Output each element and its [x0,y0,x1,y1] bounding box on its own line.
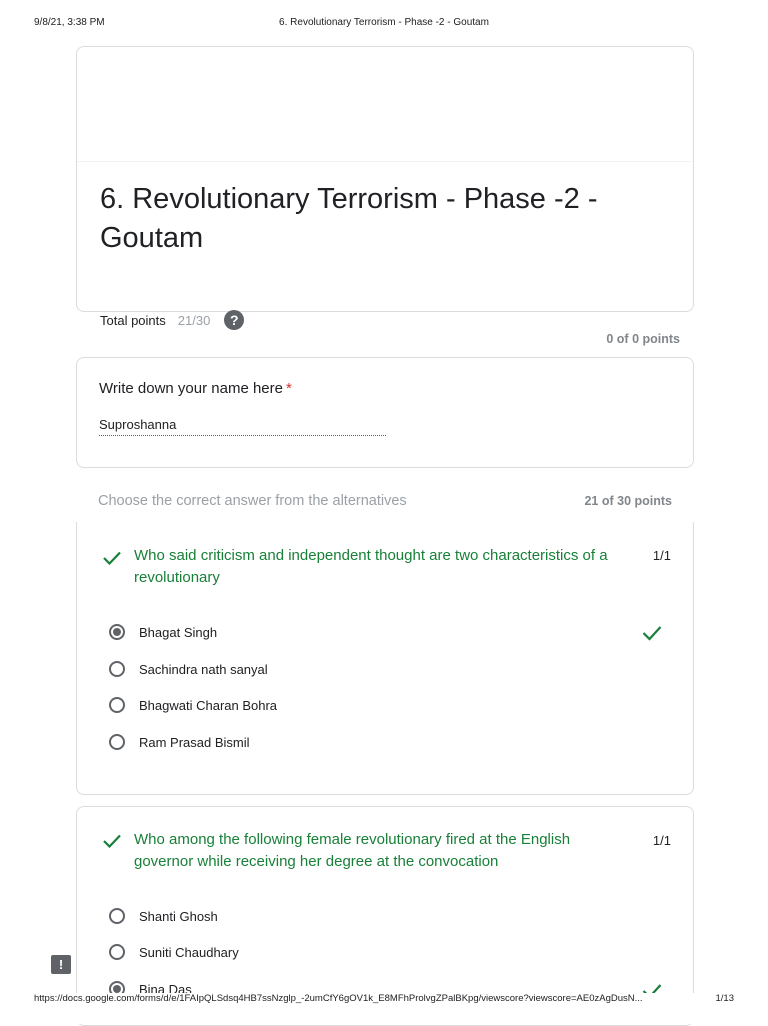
radio-unselected[interactable] [109,697,125,713]
form-title: 6. Revolutionary Terrorism - Phase -2 - … [100,183,598,254]
answer-option[interactable]: Bhagat Singh [107,622,217,642]
answer-option[interactable]: Shanti Ghosh [107,906,218,926]
answer-option[interactable]: Sachindra nath sanyal [107,659,268,679]
quiz-section-points: 21 of 30 points [584,494,672,508]
answer-option[interactable]: Bhagwati Charan Bohra [107,695,277,715]
option-label: Shanti Ghosh [139,908,218,924]
total-points-value: 21/30 [177,312,211,328]
option-label: Bhagat Singh [139,624,218,640]
section-description: Choose the correct answer from the alter… [98,493,407,509]
name-question-title: Write down your name here * [99,380,292,397]
print-header: 9/8/21, 3:38 PM 6. Revolutionary Terrori… [34,17,734,31]
answer-option[interactable]: Suniti Chaudhary [107,942,239,962]
print-url: https://docs.google.com/forms/d/e/1FAIpQ… [34,993,643,1004]
radio-unselected[interactable] [109,908,125,924]
question-score: 1/1 [652,548,671,563]
feedback-icon[interactable]: ! [51,955,71,974]
radio-unselected[interactable] [109,734,125,750]
correct-checkmark-icon [103,834,121,848]
help-icon[interactable]: ? [224,310,245,330]
print-footer: https://docs.google.com/forms/d/e/1FAIpQ… [34,993,734,1007]
question-score: 1/1 [652,833,671,848]
question-text: Who among the following female revolutio… [134,831,571,870]
required-asterisk: * [285,380,292,397]
radio-unselected[interactable] [109,944,125,960]
form-header-card: 6. Revolutionary Terrorism - Phase -2 - … [76,46,694,330]
correct-answer-checkmark-icon [642,626,662,641]
name-section-points: 0 of 0 points [606,332,680,346]
total-points-label: Total points [100,312,166,328]
option-label: Bhagwati Charan Bohra [139,697,278,713]
option-label: Suniti Chaudhary [139,944,239,960]
correct-checkmark-icon [103,551,121,565]
name-question-text: Write down your name here [99,380,283,397]
print-page-number: 1/13 [715,993,735,1004]
print-doc-title: 6. Revolutionary Terrorism - Phase -2 - … [279,17,489,28]
name-question-card: Write down your name here * Suproshanna [76,357,694,468]
total-points-row: Total points 21/30 ? [100,309,245,331]
name-answer: Suproshanna [99,417,386,436]
radio-unselected[interactable] [109,661,125,677]
option-label: Sachindra nath sanyal [139,661,268,677]
option-label: Ram Prasad Bismil [139,734,250,750]
answer-option[interactable]: Ram Prasad Bismil [107,732,250,752]
header-banner-divider [77,161,693,162]
radio-selected[interactable] [109,624,125,640]
question-card: Who said criticism and independent thoug… [76,522,694,795]
question-text: Who said criticism and independent thoug… [134,547,608,586]
